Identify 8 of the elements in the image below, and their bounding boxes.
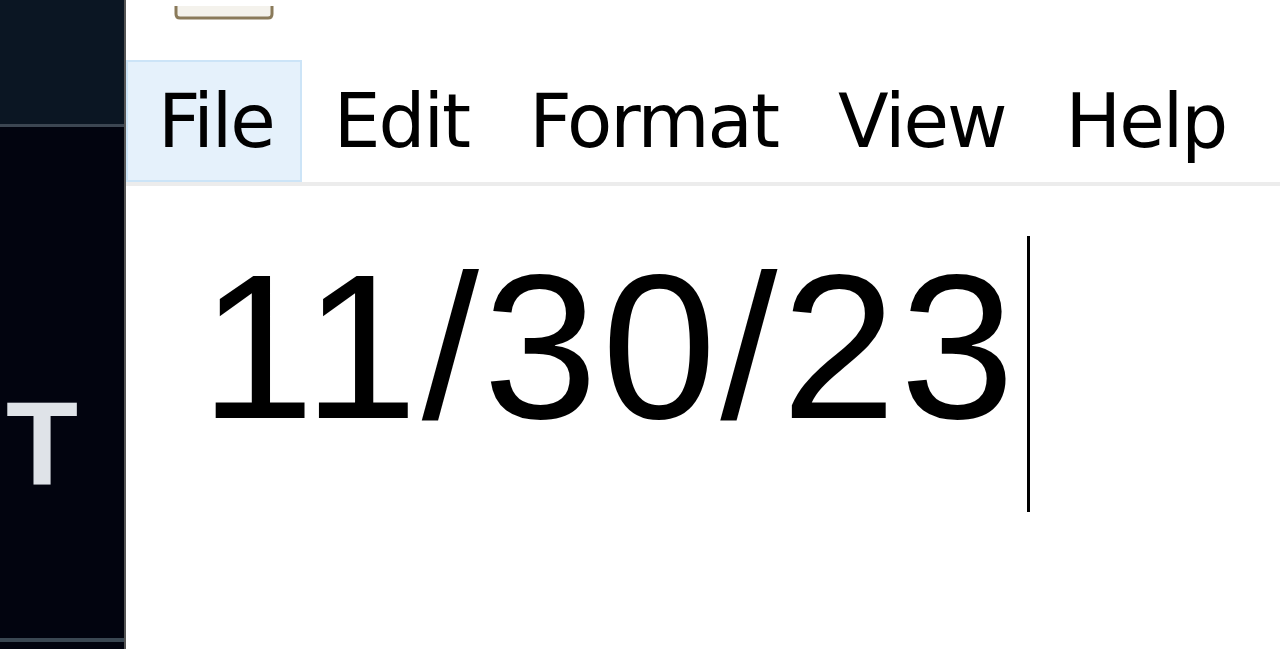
menu-item[interactable]: Format [497,60,806,182]
notepad-icon [174,5,274,20]
menu-item[interactable]: View [805,60,1034,182]
menu-item[interactable]: Help [1033,60,1255,182]
background-text: T [5,377,80,503]
editor-text: 11/30/23 [200,244,1019,450]
menu-item[interactable]: Edit [301,60,498,182]
menu-item[interactable]: File [126,60,302,182]
